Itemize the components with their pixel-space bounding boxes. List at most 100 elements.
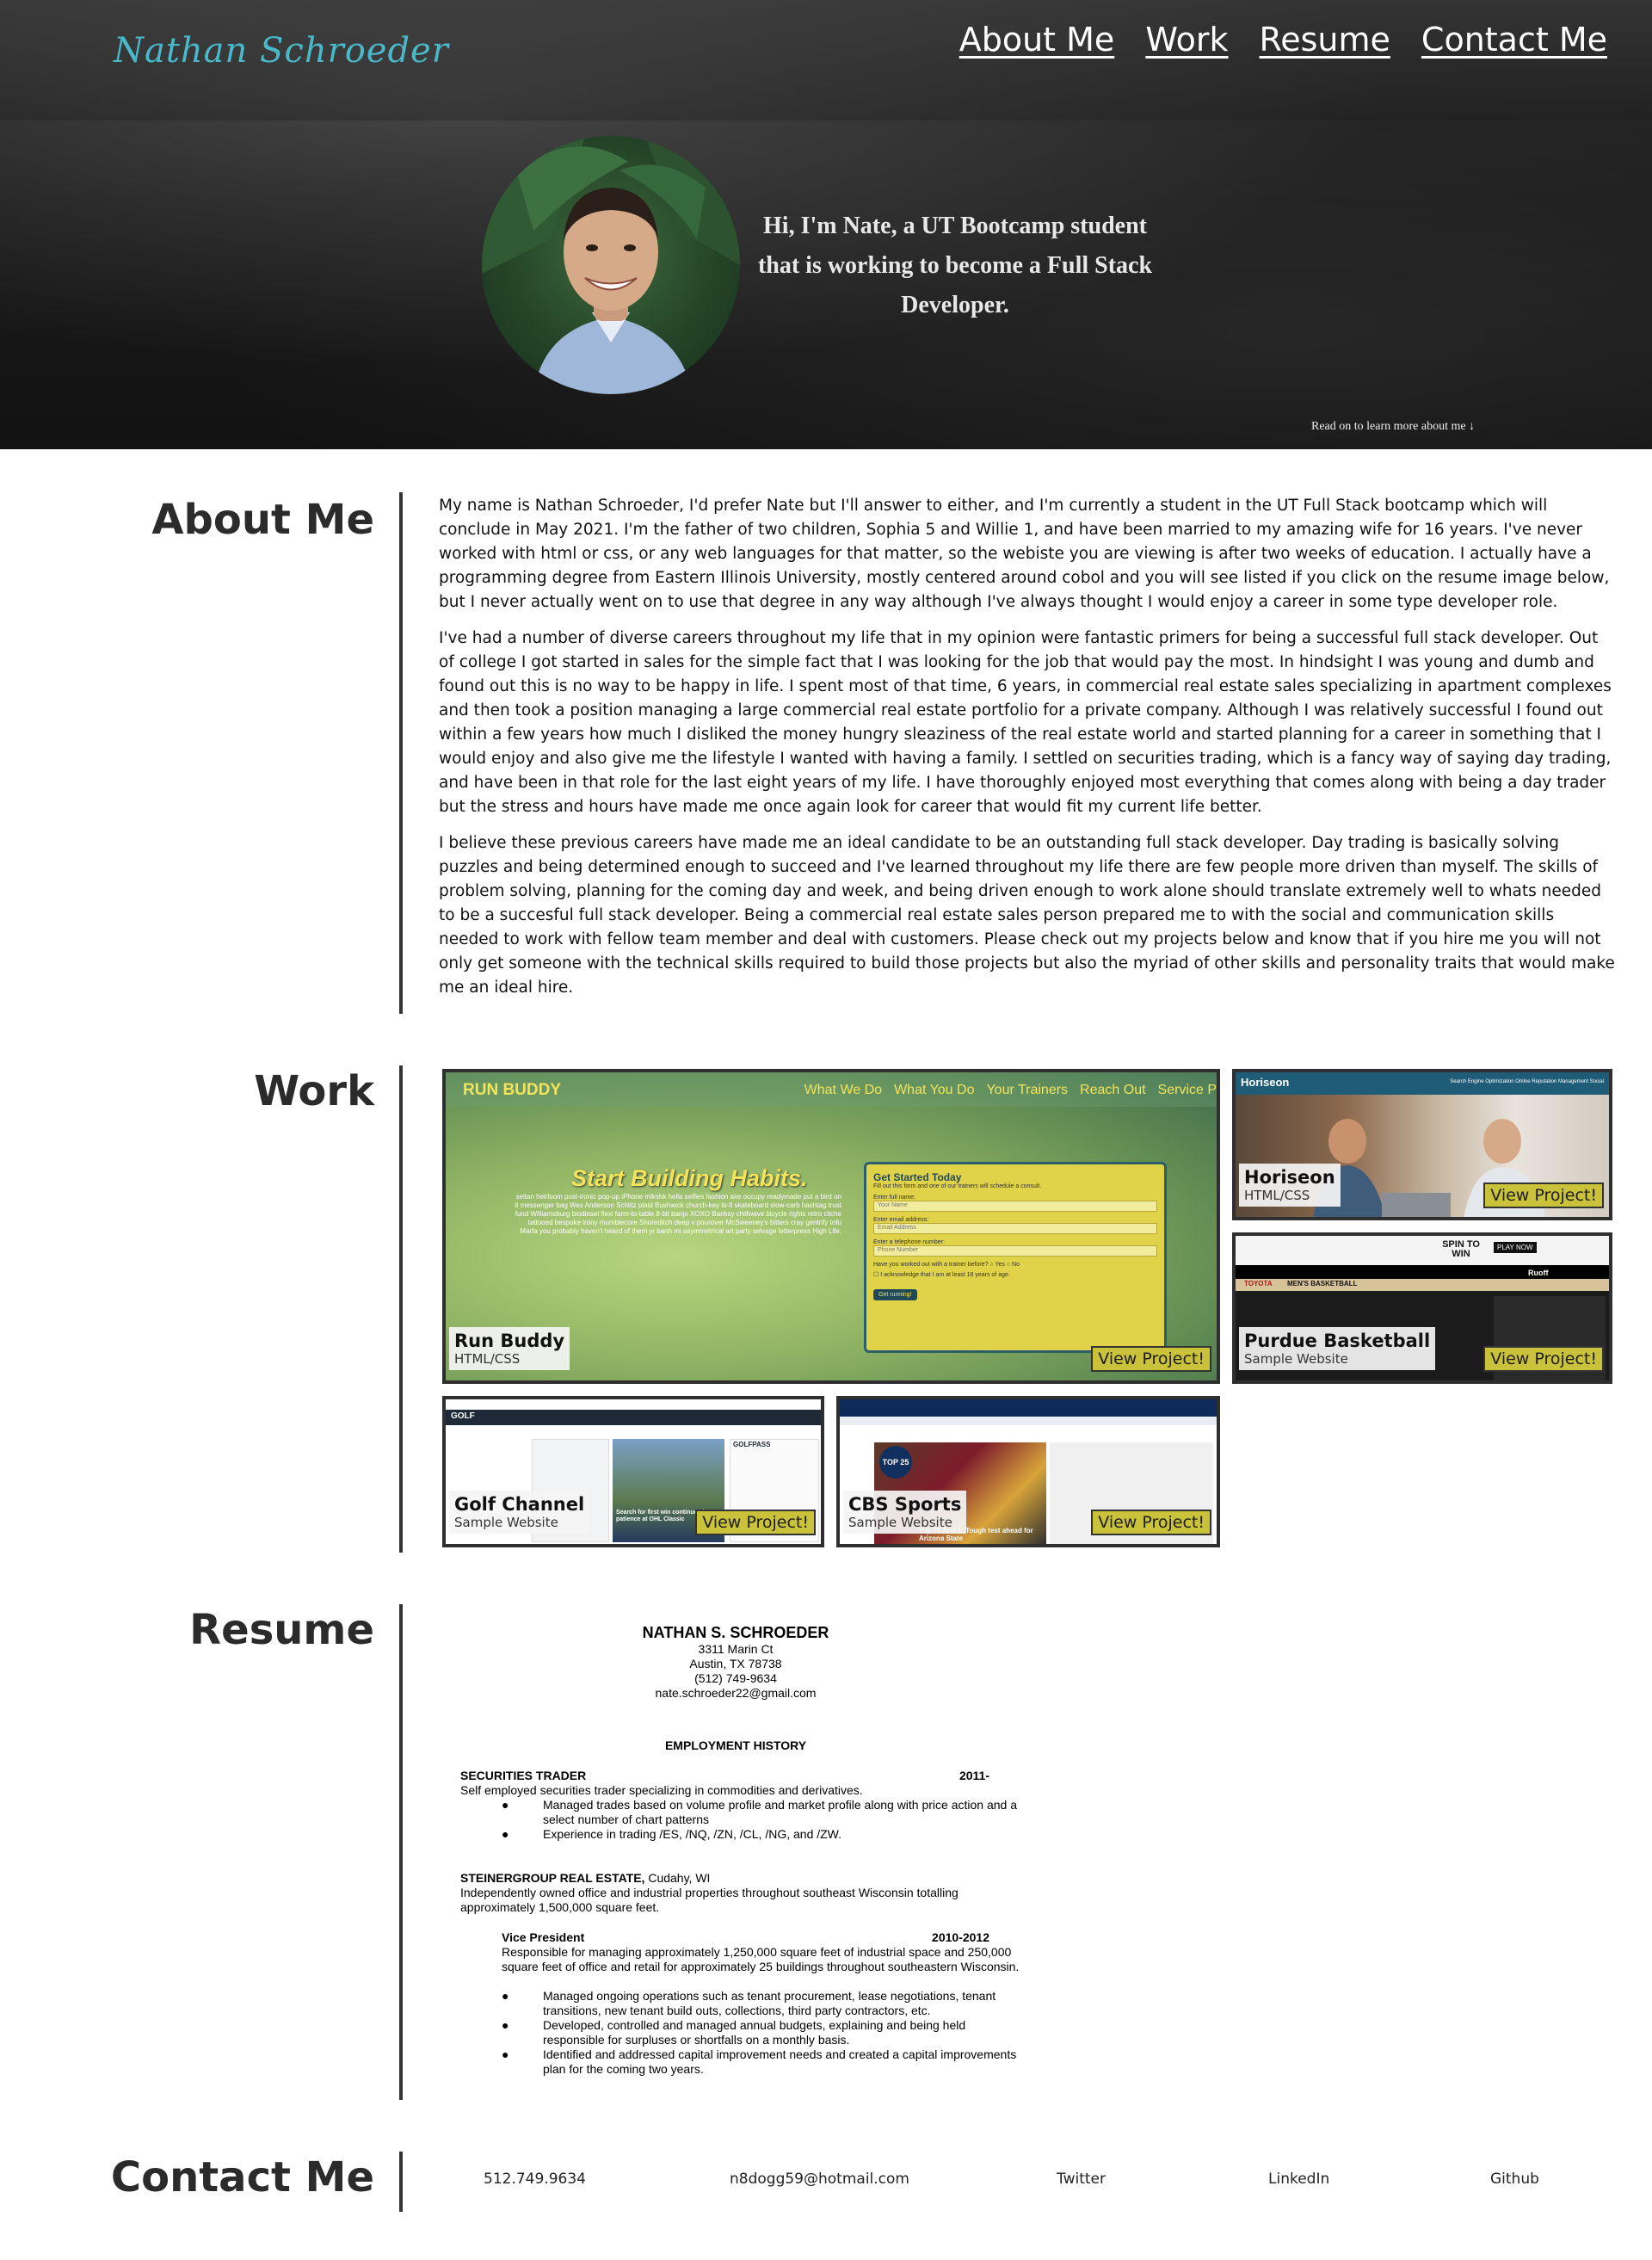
view-project-button[interactable]: View Project! [695,1510,816,1535]
hero-intro-text: Hi, I'm Nate, a UT Bootcamp student that… [757,213,1153,318]
run-buddy-field-label: Enter email address: [873,1217,929,1223]
contact-linkedin-link[interactable]: LinkedIn [1268,2170,1329,2188]
project-horiseon[interactable]: Horiseon Search Engine Optimization Onli… [1232,1069,1612,1220]
run-buddy-field-label: Enter a telephone number: [873,1239,945,1245]
resume-company: STEINERGROUP REAL ESTATE, Cudahy, WI [460,1871,1020,1886]
resume-bullet: ● Developed, controlled and managed annu… [502,2018,1020,2047]
resume-role-title: Vice President [502,1930,585,1944]
checkbox-icon: ☐ [873,1272,879,1278]
purdue-banner-text: SPIN TO WIN [1442,1239,1480,1259]
run-buddy-form-title: Get Started Today [873,1171,962,1183]
contact-github-link[interactable]: Github [1490,2170,1539,2188]
resume-bullet: ● Managed trades based on volume profile… [460,1798,1020,1827]
project-caption: Purdue Basketball Sample Website [1239,1327,1436,1370]
site-brand[interactable]: Nathan Schroeder [114,31,449,71]
run-buddy-question: Have you worked out with a trainer befor… [873,1262,1157,1268]
resume-role-row: Vice President 2010-2012 [502,1930,989,1945]
golf-navbar [446,1410,821,1425]
resume-bullet-text: Managed ongoing operations such as tenan… [543,1989,996,2017]
project-subtitle: HTML/CSS [1244,1188,1310,1203]
run-buddy-brand: RUN BUDDY [463,1081,561,1099]
resume-phone: (512) 749-9634 [694,1671,777,1685]
horiseon-brand: Horiseon [1241,1076,1290,1089]
read-on-hint: Read on to learn more about me ↓ [1311,420,1476,433]
view-project-button[interactable]: View Project! [1091,1510,1211,1535]
purdue-top-nav [1236,1265,1609,1279]
resume-bullet-text: Managed trades based on volume profile a… [543,1798,1017,1826]
run-buddy-phone-input: Phone Number [873,1245,1157,1257]
contact-email-link[interactable]: n8dogg59@hotmail.com [730,2170,909,2188]
run-buddy-form-sub: Fill out this form and one of our traine… [873,1183,1042,1189]
view-project-button[interactable]: View Project! [1091,1346,1211,1372]
hero-header: Nathan Schroeder About Me Work Resume Co… [0,0,1652,449]
bullet-icon: ● [502,1798,509,1812]
resume-heading: Resume [189,1606,374,1654]
resume-job-title: SECURITIES TRADER [460,1769,587,1782]
project-cbs-sports[interactable]: TOP 25 Top 25 And 1: Tough test ahead fo… [836,1396,1220,1547]
bullet-icon: ● [502,2047,509,2061]
project-run-buddy[interactable]: RUN BUDDY What We Do What You Do Your Tr… [442,1069,1220,1384]
run-buddy-nav-item: Reach Out [1080,1083,1146,1097]
nav-contact-me[interactable]: Contact Me [1421,21,1607,59]
view-project-button[interactable]: View Project! [1483,1346,1604,1372]
resume-name: NATHAN S. SCHROEDER [642,1624,829,1641]
view-project-button[interactable]: View Project! [1483,1182,1604,1208]
resume-role-block: Vice President 2010-2012 Responsible for… [460,1930,1020,2077]
profile-photo [482,136,740,394]
bullet-icon: ● [502,1989,509,2003]
about-divider [399,492,403,1014]
resume-employment-heading: EMPLOYMENT HISTORY [664,1738,807,1752]
project-subtitle: HTML/CSS [454,1351,521,1367]
resume-address-line1: 3311 Marin Ct [698,1642,774,1656]
horiseon-nav: Search Engine Optimization Online Reputa… [1450,1079,1604,1084]
run-buddy-question-text: Have you worked out with a trainer befor… [873,1262,989,1268]
contact-me-heading: Contact Me [110,2153,374,2201]
project-purdue-basketball[interactable]: SPIN TO WIN PLAY NOW MEN'S BASKETBALL TO… [1232,1232,1612,1384]
run-buddy-nav-item: Service P [1157,1083,1217,1097]
project-caption: Run Buddy HTML/CSS [449,1327,570,1370]
contact-divider [399,2152,403,2212]
purdue-title: MEN'S BASKETBALL [1287,1280,1358,1287]
project-subtitle: Sample Website [848,1515,952,1530]
run-buddy-ack-text: I acknowledge that I am at least 18 year… [880,1272,1010,1278]
resume-company-city: Cudahy, WI [648,1871,711,1885]
project-caption: CBS Sports Sample Website [843,1491,967,1534]
purdue-ad-banner [1236,1236,1609,1265]
run-buddy-yes: Yes [995,1262,1005,1268]
purdue-sponsor-brand: TOYOTA [1244,1280,1273,1287]
project-name: Run Buddy [454,1331,565,1351]
project-name: Golf Channel [454,1494,585,1515]
run-buddy-submit: Get running! [873,1289,917,1300]
contact-twitter-link[interactable]: Twitter [1057,2170,1106,2188]
nav-work[interactable]: Work [1145,21,1228,59]
resume-company-desc: Independently owned office and industria… [460,1886,959,1914]
run-buddy-nav-item: What You Do [894,1083,975,1097]
cbs-subnav [840,1417,1217,1425]
run-buddy-email-input: Email Address [873,1223,1157,1234]
resume-bullet-text: Experience in trading /ES, /NQ, /ZN, /CL… [543,1827,842,1841]
about-paragraph-1: My name is Nathan Schroeder, I'd prefer … [439,497,1610,611]
run-buddy-nav-item: Your Trainers [986,1083,1069,1097]
about-paragraph-3: I believe these previous careers have ma… [439,834,1615,997]
nav-about-me[interactable]: About Me [959,21,1115,59]
radio-icon: ○ [1006,1262,1011,1268]
contact-phone[interactable]: 512.749.9634 [484,2170,586,2188]
project-golf-channel[interactable]: GOLF Search for first win continues in t… [442,1396,824,1547]
about-paragraph-2: I've had a number of diverse careers thr… [439,629,1612,816]
nav-resume[interactable]: Resume [1260,21,1390,59]
run-buddy-form: Get Started Today Fill out this form and… [864,1162,1167,1353]
resume-document[interactable]: NATHAN S. SCHROEDER 3311 Marin Ct Austin… [460,1623,1020,2077]
purdue-sponsor: Ruoff [1528,1269,1549,1277]
resume-bullet-text: Identified and addressed capital improve… [543,2047,1017,2076]
project-name: Horiseon [1244,1167,1335,1188]
resume-bullet-text: Developed, controlled and managed annual… [543,2018,966,2047]
project-caption: Horiseon HTML/CSS [1239,1164,1341,1207]
project-name: CBS Sports [848,1494,962,1515]
resume-job-row: SECURITIES TRADER 2011- [460,1769,989,1783]
resume-job-desc: Self employed securities trader speciali… [460,1783,863,1797]
resume-bullet: ● Identified and addressed capital impro… [502,2047,1020,2077]
run-buddy-nav: What We Do What You Do Your Trainers Rea… [804,1083,1217,1098]
resume-job-years: 2011- [959,1769,989,1782]
run-buddy-no: No [1012,1262,1020,1268]
project-subtitle: Sample Website [1244,1351,1348,1367]
